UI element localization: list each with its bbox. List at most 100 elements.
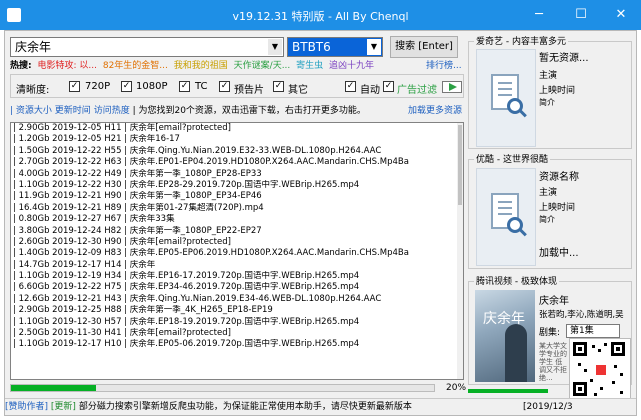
scroll-thumb[interactable] xyxy=(458,125,462,205)
sort-by-hot[interactable]: 访问热度 xyxy=(94,106,130,116)
hot-item[interactable]: 天作谜案/天... xyxy=(234,61,291,71)
hot-item[interactable]: 电影特攻: 以... xyxy=(37,61,96,71)
checkbox-auto[interactable]: ✓ xyxy=(345,81,356,92)
result-row[interactable]: | 1.10Gb 2019-12-30 H57 | 庆余年.EP18-19.20… xyxy=(11,317,463,328)
hot-item[interactable]: 我和我的祖国 xyxy=(174,61,228,71)
iqiyi-status: 暂无资源... xyxy=(539,53,589,64)
label-ad-filter: 广告过滤 xyxy=(397,85,437,96)
result-row[interactable]: | 0.80Gb 2019-12-27 H67 | 庆余年33集 xyxy=(11,214,463,225)
youku-cast-label: 主演 xyxy=(539,188,558,198)
result-row[interactable]: | 2.90Gb 2019-12-25 H88 | 庆余年第一季_4K_H265… xyxy=(11,305,463,316)
result-row[interactable]: | 3.80Gb 2019-12-24 H82 | 庆余年第一季_1080P_E… xyxy=(11,226,463,237)
result-row[interactable]: | 1.10Gb 2019-12-17 H10 | 庆余年.EP05-06.20… xyxy=(11,339,463,350)
progress-fill xyxy=(11,385,96,391)
qr-code-icon xyxy=(569,338,631,402)
hot-label: 热搜: xyxy=(10,61,32,71)
checkbox-other[interactable]: ✓ xyxy=(273,81,284,92)
site-select-value: BTBT6 xyxy=(292,40,331,54)
search-input[interactable]: 庆余年 ▼ xyxy=(10,37,284,57)
status-bar: [赞助作者] [更新] 部分磁力搜索引擎新增反爬虫功能，为保证能正常使用本助手，… xyxy=(5,398,636,414)
result-row[interactable]: | 12.6Gb 2019-12-21 H43 | 庆余年.Qing.Yu.Ni… xyxy=(11,294,463,305)
label-tc: TC xyxy=(195,81,208,92)
hot-item[interactable]: 82年生的金智... xyxy=(103,61,168,71)
sort-by-size[interactable]: | 资源大小 xyxy=(10,106,52,116)
iqiyi-date-label: 上映时间 xyxy=(539,86,576,96)
checkbox-tc[interactable]: ✓ xyxy=(179,81,190,92)
iqiyi-cast-label: 主演 xyxy=(539,71,558,81)
results-list[interactable]: | 2.90Gb 2019-12-05 H11 | 庆余年[email?prot… xyxy=(10,122,464,380)
status-date: [2019/12/3 xyxy=(523,402,573,412)
iqiyi-desc-label: 简介 xyxy=(539,98,555,107)
progress-bar xyxy=(10,384,435,392)
ranking-link[interactable]: 排行榜... xyxy=(426,60,462,72)
youku-panel: 优酷 - 这世界很酷 资源名称 主演 上映时间 简介 加载中... xyxy=(468,154,632,269)
result-row[interactable]: | 1.10Gb 2019-12-22 H30 | 庆余年.EP28-29.20… xyxy=(11,180,463,191)
youku-name: 资源名称 xyxy=(539,172,579,183)
result-row[interactable]: | 1.50Gb 2019-12-22 H55 | 庆余年.Qing.Yu.Ni… xyxy=(11,146,463,157)
label-auto: 自动 xyxy=(360,85,380,96)
result-row[interactable]: | 16.4Gb 2019-12-21 H89 | 庆余年第01-27集超清(7… xyxy=(11,203,463,214)
panel-progress xyxy=(468,389,548,393)
hot-item[interactable]: 追凶十九年 xyxy=(329,61,374,71)
image-placeholder-icon xyxy=(476,168,536,266)
result-row[interactable]: | 4.00Gb 2019-12-22 H49 | 庆余年第一季_1080P_E… xyxy=(11,169,463,180)
result-info: | 资源大小 更新时间 访问热度 | 为您找到20个资源，双击迅雷下载，右击打开… xyxy=(10,104,464,118)
maximize-button[interactable]: ☐ xyxy=(566,4,596,26)
label-720p: 720P xyxy=(85,81,111,92)
checkbox-720p[interactable]: ✓ xyxy=(69,81,80,92)
checkbox-trailer[interactable]: ✓ xyxy=(219,81,230,92)
update-link[interactable]: [更新] xyxy=(51,402,76,412)
load-more-link[interactable]: 加载更多资源 xyxy=(408,104,462,118)
result-row[interactable]: | 1.20Gb 2019-12-05 H21 | 庆余年16-17 xyxy=(11,134,463,145)
title-bar: v19.12.31 特别版 - All By Chenql ─ ☐ ✕ xyxy=(0,0,641,30)
label-other: 其它 xyxy=(288,85,308,96)
result-row[interactable]: | 2.90Gb 2019-12-05 H11 | 庆余年[email?prot… xyxy=(11,123,463,134)
checkbox-1080p[interactable]: ✓ xyxy=(121,81,132,92)
image-placeholder-icon xyxy=(476,49,536,147)
tencent-cast: 张若昀,李沁,陈道明,吴 xyxy=(539,310,624,320)
iqiyi-panel: 爱奇艺 - 内容丰富多元 暂无资源... 主演 上映时间 简介 xyxy=(468,36,632,149)
minimize-button[interactable]: ─ xyxy=(524,4,554,26)
play-icon xyxy=(449,83,457,91)
episode-select[interactable]: 第1集 xyxy=(566,324,620,338)
quality-label: 清晰度: xyxy=(16,85,50,96)
status-message: 部分磁力搜索引擎新增反爬虫功能，为保证能正常使用本助手，请尽快更新最新版本 xyxy=(78,402,412,412)
hot-searches: 热搜: 电影特攻: 以... 82年生的金智... 我和我的祖国 天作谜案/天.… xyxy=(10,60,462,72)
label-1080p: 1080P xyxy=(136,81,168,92)
result-row[interactable]: | 1.40Gb 2019-12-09 H83 | 庆余年.EP05-EP06.… xyxy=(11,248,463,259)
result-row[interactable]: | 1.10Gb 2019-12-19 H34 | 庆余年.EP16-17.20… xyxy=(11,271,463,282)
progress: 20% xyxy=(10,382,467,394)
poster-image[interactable]: 庆余年 xyxy=(475,290,535,382)
search-button[interactable]: 搜索 [Enter] xyxy=(390,36,458,58)
youku-loading: 加载中... xyxy=(539,248,579,259)
result-row[interactable]: | 14.7Gb 2019-12-17 H14 | 庆余年 xyxy=(11,260,463,271)
result-row[interactable]: | 2.50Gb 2019-11-30 H41 | 庆余年[email?prot… xyxy=(11,328,463,339)
youku-title: 优酷 - 这世界很酷 xyxy=(474,154,550,166)
sort-by-time[interactable]: 更新时间 xyxy=(55,106,91,116)
tencent-panel: 腾讯视频 - 极致体现 庆余年 庆余年 张若昀,李沁,陈道明,吴 剧集: 第1集… xyxy=(468,276,632,402)
result-row[interactable]: | 11.9Gb 2019-12-21 H90 | 庆余年第一季_1080P_E… xyxy=(11,191,463,202)
tencent-episode-label: 剧集: xyxy=(539,328,561,338)
result-message: | 为您找到20个资源，双击迅雷下载，右击打开更多功能。 xyxy=(132,106,366,116)
vertical-scrollbar[interactable] xyxy=(457,123,463,379)
episode-value: 第1集 xyxy=(570,326,594,336)
tencent-name: 庆余年 xyxy=(539,296,569,307)
checkbox-ad-filter[interactable]: ✓ xyxy=(383,81,394,92)
filter-options: 清晰度: ✓ 720P ✓ 1080P ✓ TC ✓ 预告片 ✓ 其它 ✓ 自动… xyxy=(10,74,464,98)
label-trailer: 预告片 xyxy=(234,85,264,96)
hot-item[interactable]: 寄生虫 xyxy=(296,61,323,71)
result-row[interactable]: | 6.60Gb 2019-12-22 H75 | 庆余年.EP34-46.20… xyxy=(11,282,463,293)
chevron-down-icon[interactable]: ▼ xyxy=(268,39,282,55)
close-button[interactable]: ✕ xyxy=(606,4,636,26)
play-button[interactable] xyxy=(442,81,462,93)
iqiyi-title: 爱奇艺 - 内容丰富多元 xyxy=(474,36,568,48)
progress-text: 20% xyxy=(446,383,467,393)
sponsor-link[interactable]: [赞助作者] xyxy=(5,402,48,412)
tencent-desc: 某大学文学专业的学生 低调又不拒绝... xyxy=(539,342,567,382)
result-row[interactable]: | 2.70Gb 2019-12-22 H63 | 庆余年.EP01-EP04.… xyxy=(11,157,463,168)
search-query-text: 庆余年 xyxy=(15,40,52,54)
site-select[interactable]: BTBT6 ▼ xyxy=(287,37,383,57)
chevron-down-icon[interactable]: ▼ xyxy=(367,39,381,55)
result-row[interactable]: | 2.60Gb 2019-12-30 H90 | 庆余年[email?prot… xyxy=(11,237,463,248)
tencent-title: 腾讯视频 - 极致体现 xyxy=(474,276,559,288)
